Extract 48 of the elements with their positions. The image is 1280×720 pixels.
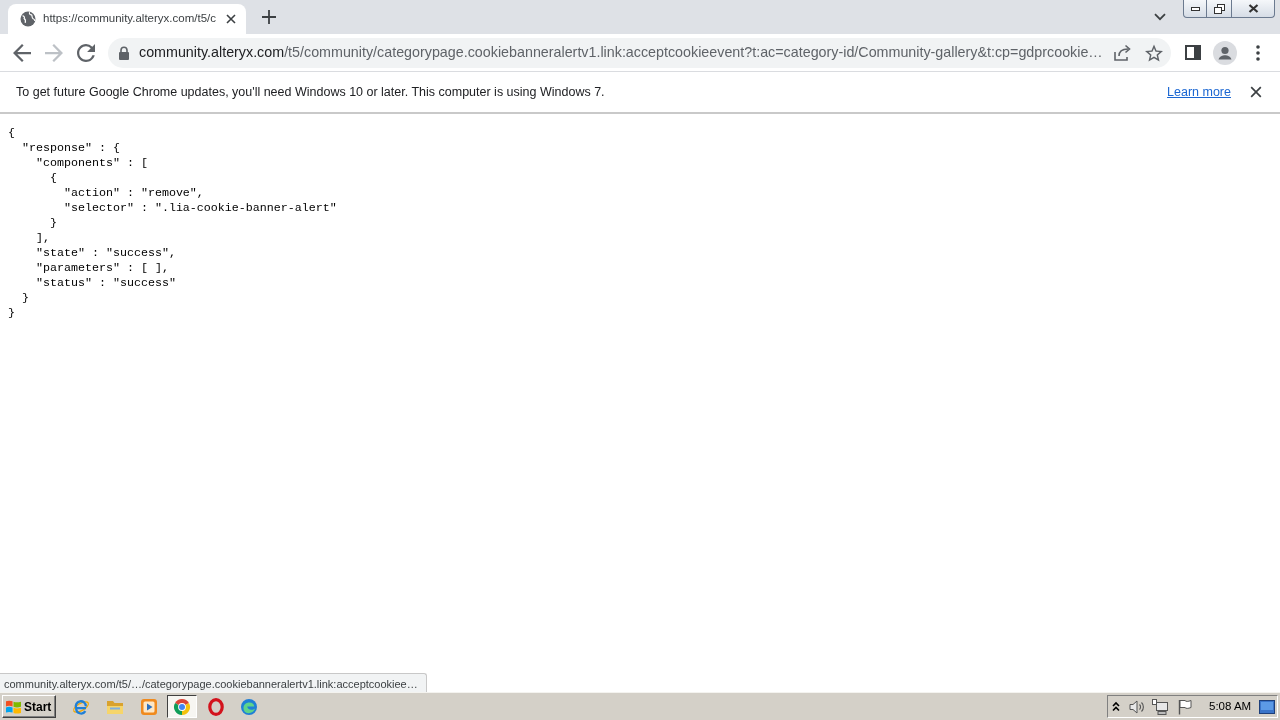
share-button[interactable] <box>1112 42 1132 63</box>
infobar-close-button[interactable] <box>1248 84 1264 100</box>
url-text[interactable]: community.alteryx.com/t5/community/categorypage.cookiebanneralertv1.link:acceptcookieevent?t:ac=category-id/Community-gallery&t:cp=gdprcookie… <box>139 41 1104 64</box>
computer-icon[interactable] <box>1152 698 1168 715</box>
ring-logo-icon <box>173 697 192 716</box>
clock-text[interactable]: 5:08 AM <box>1209 697 1252 716</box>
lock-icon <box>118 45 130 60</box>
link-status-bubble: community.alteryx.com/t5/…/categorypage.cookiebanneralertv1.link:acceptcookiee… <box>0 673 427 692</box>
show-desktop-icon[interactable] <box>1259 699 1275 714</box>
browser-tab[interactable]: https://community.alteryx.com/t5/c <box>8 4 246 34</box>
address-bar[interactable]: community.alteryx.com/t5/community/categorypage.cookiebanneralertv1.link:acceptcookieevent?t:ac=category-id/Community-gallery&t:cp=gdprcookie… <box>108 37 1171 68</box>
side-panel-icon <box>1185 45 1201 60</box>
globe-icon <box>20 11 36 27</box>
reload-button[interactable] <box>76 42 96 63</box>
flag-icon[interactable] <box>1177 698 1193 715</box>
avatar-icon <box>1213 40 1237 65</box>
reload-icon <box>77 43 95 62</box>
star-icon <box>1145 43 1163 62</box>
update-warning-text: To get future Google Chrome updates, you'll need Windows 10 or later. This computer is using Windows 7. <box>16 83 605 101</box>
play-icon <box>139 697 158 716</box>
share-icon <box>1113 44 1131 61</box>
restore-icon <box>1213 3 1225 14</box>
start-logo-icon <box>5 699 22 714</box>
new-tab-button[interactable] <box>259 7 279 27</box>
minimize-icon <box>1190 6 1200 11</box>
arrow-right-icon <box>45 43 63 62</box>
chevron-down-icon <box>1154 13 1166 21</box>
close-icon <box>1250 86 1262 98</box>
profile-button[interactable] <box>1213 40 1237 65</box>
back-button[interactable] <box>12 42 32 63</box>
o-logo-icon <box>206 697 225 716</box>
plus-icon <box>262 10 276 24</box>
close-window-button[interactable] <box>1232 0 1275 18</box>
side-panel-button[interactable] <box>1183 42 1203 63</box>
json-response-text: { "response" : { "components" : [ { "action" : "remove", "selector" : ".lia-cookie-banner-alert" } ], "state" : "success", "parameters" : [ ], "status" : "success" } } <box>8 126 337 321</box>
minimize-button[interactable] <box>1183 0 1207 18</box>
taskbar-button[interactable] <box>167 695 198 718</box>
swirl-logo-icon <box>240 697 259 716</box>
menu-icon <box>1256 44 1260 61</box>
e-logo-icon <box>72 697 91 716</box>
learn-more-link[interactable]: Learn more <box>1167 82 1231 102</box>
arrow-left-icon <box>13 43 31 62</box>
speaker-icon[interactable] <box>1129 698 1146 715</box>
close-icon <box>226 14 236 24</box>
restore-button[interactable] <box>1207 0 1232 18</box>
chevron-up-icon[interactable] <box>1112 701 1120 712</box>
close-icon <box>1247 4 1259 13</box>
start-button[interactable]: Start <box>2 695 57 718</box>
